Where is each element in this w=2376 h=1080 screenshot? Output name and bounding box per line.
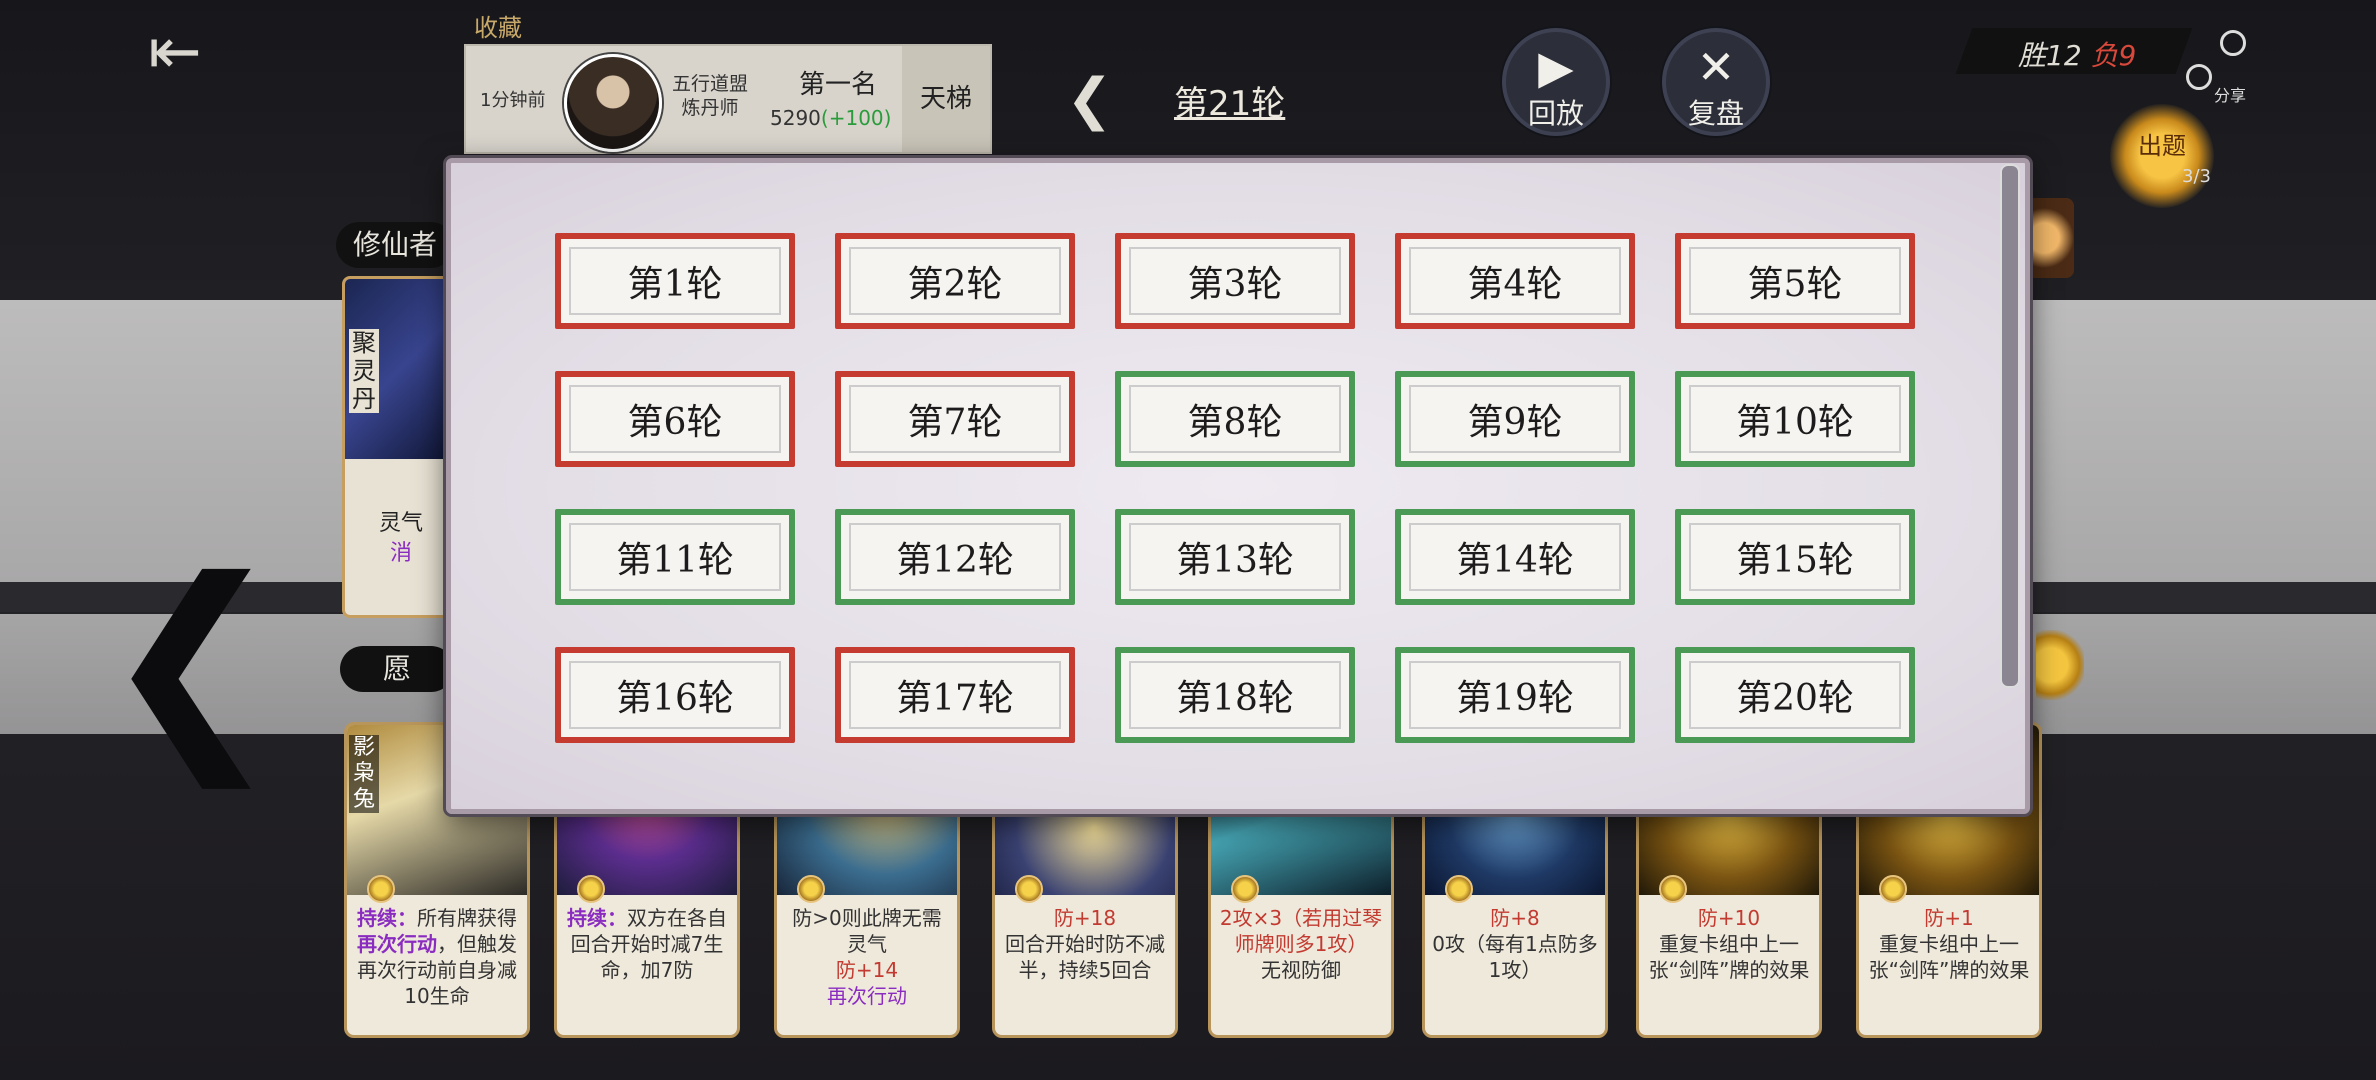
round-button[interactable]: 第16轮 (555, 647, 795, 743)
player-faction: 五行道盟 炼丹师 (672, 72, 748, 120)
topic-button[interactable]: 出题 (2110, 104, 2214, 208)
card-text: 灵气 消 (378, 511, 423, 566)
card-desc: 防>0则此牌无需灵气 防+14 再次行动 (792, 906, 942, 1008)
score-delta: (+100) (820, 106, 892, 130)
card-desc: 2攻×3（若用过琴师牌则多1攻） 无视防御 (1219, 906, 1383, 982)
replay-button[interactable]: ▶ 回放 (1502, 28, 1610, 136)
score-value: 5290 (770, 106, 821, 130)
round-button[interactable]: 第17轮 (835, 647, 1075, 743)
card-desc: 持续：双方在各自回合开始时减7生命，加7防 (567, 906, 727, 982)
gem-icon (577, 875, 605, 903)
round-selector-modal: 第1轮 第2轮 第3轮 第4轮 第5轮 第6轮 第7轮 第8轮 第9轮 第10轮… (446, 158, 2030, 814)
round-button[interactable]: 第9轮 (1395, 371, 1635, 467)
round-button[interactable]: 第11轮 (555, 509, 795, 605)
left-partial-card[interactable]: 聚灵丹 灵气 消 (342, 276, 460, 618)
win-loss-text: 胜12 负9 (2018, 34, 2136, 74)
class-name: 炼丹师 (681, 97, 739, 119)
round-button[interactable]: 第2轮 (835, 233, 1075, 329)
round-button[interactable]: 第12轮 (835, 509, 1075, 605)
card-desc: 防+1 重复卡组中上一张“剑阵”牌的效果 (1868, 906, 2030, 982)
back-arrow-icon[interactable]: ⇤ (148, 20, 238, 84)
card-name: 影枭兔 (349, 735, 379, 813)
round-button[interactable]: 第15轮 (1675, 509, 1915, 605)
gem-icon (1231, 875, 1259, 903)
cultivator-label: 修仙者 (336, 222, 454, 268)
round-button[interactable]: 第5轮 (1675, 233, 1915, 329)
favorites-label[interactable]: 收藏 (474, 8, 522, 43)
share-icon (2220, 30, 2246, 56)
faction-name: 五行道盟 (672, 73, 749, 95)
gem-icon (797, 875, 825, 903)
previous-round-chevron-icon[interactable]: ❮ (1066, 70, 1124, 130)
round-grid: 第1轮 第2轮 第3轮 第4轮 第5轮 第6轮 第7轮 第8轮 第9轮 第10轮… (555, 233, 1915, 743)
round-button[interactable]: 第6轮 (555, 371, 795, 467)
play-icon: ▶ (1538, 40, 1574, 94)
gem-icon (367, 875, 395, 903)
score-text: 5290(+100) (770, 106, 891, 130)
card-desc: 防+10 重复卡组中上一张“剑阵”牌的效果 (1648, 906, 1810, 982)
replay-label: 回放 (1527, 97, 1584, 130)
round-button[interactable]: 第14轮 (1395, 509, 1635, 605)
current-round-title[interactable]: 第21轮 (1174, 76, 1285, 125)
gem-icon (1015, 875, 1043, 903)
wish-label: 愿 (340, 646, 454, 692)
losses-count: 负9 (2090, 39, 2137, 72)
card-desc: 防+18 回合开始时防不减半，持续5回合 (1005, 906, 1165, 982)
round-button[interactable]: 第13轮 (1115, 509, 1355, 605)
review-label: 复盘 (1687, 97, 1744, 130)
battle-record-summary[interactable]: 1分钟前 五行道盟 炼丹师 第一名 5290(+100) 天梯 (464, 44, 992, 154)
round-button[interactable]: 第8轮 (1115, 371, 1355, 467)
card-desc: 持续：所有牌获得再次行动，但触发再次行动前自身减10生命 (357, 906, 517, 1008)
round-button[interactable]: 第10轮 (1675, 371, 1915, 467)
round-button[interactable]: 第7轮 (835, 371, 1075, 467)
record-time: 1分钟前 (480, 90, 546, 111)
sun-emblem-icon (2036, 630, 2084, 700)
round-button[interactable]: 第1轮 (555, 233, 795, 329)
crossed-swords-icon: ✕ (1696, 40, 1736, 94)
card-desc: 防+8 0攻（每有1点防多1攻） (1432, 906, 1598, 982)
share-label: 分享 (2214, 86, 2247, 105)
review-button[interactable]: ✕ 复盘 (1662, 28, 1770, 136)
gem-icon (1445, 875, 1473, 903)
gem-icon (1879, 875, 1907, 903)
round-button[interactable]: 第20轮 (1675, 647, 1915, 743)
wins-count: 胜12 (2018, 39, 2082, 72)
topic-count: 3/3 (2182, 166, 2211, 187)
topic-label: 出题 (2138, 132, 2186, 160)
round-button[interactable]: 第4轮 (1395, 233, 1635, 329)
round-button[interactable]: 第18轮 (1115, 647, 1355, 743)
rank-text: 第一名 (798, 70, 877, 100)
player-avatar (564, 54, 662, 152)
left-chevron-icon[interactable]: ❮ (100, 550, 284, 770)
gem-icon (1659, 875, 1687, 903)
round-button[interactable]: 第3轮 (1115, 233, 1355, 329)
share-button[interactable]: 分享 (2184, 28, 2254, 105)
round-button[interactable]: 第19轮 (1395, 647, 1635, 743)
card-name: 聚灵丹 (349, 329, 379, 413)
modal-scrollbar[interactable] (2000, 164, 2020, 688)
mode-label: 天梯 (902, 46, 990, 152)
